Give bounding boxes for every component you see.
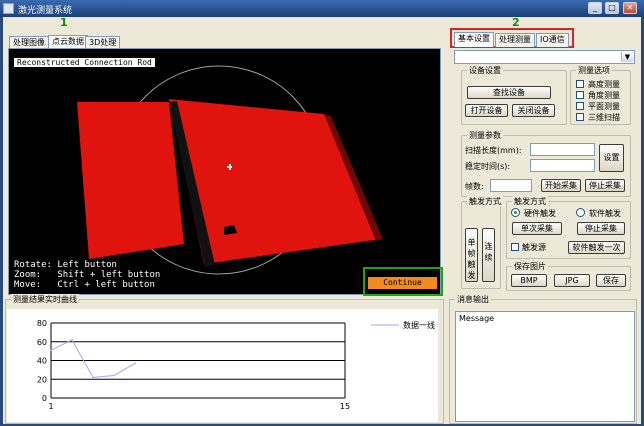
y-tick-label-0: 0 <box>42 394 47 403</box>
continuous-trigger-button[interactable]: 连续 <box>482 228 495 282</box>
plane-label: 平面测量 <box>588 102 620 111</box>
trigger-mode-title: 触发方式 <box>512 196 548 207</box>
params-group-title: 测量参数 <box>467 130 503 141</box>
marker-1: 1 <box>60 16 68 29</box>
trigger-left-title: 触发方式 <box>467 196 503 207</box>
chart-group-title: 测量结果实时曲线 <box>11 294 79 305</box>
hw-trigger-radio[interactable] <box>511 208 520 217</box>
close-device-button[interactable]: 关闭设备 <box>512 104 555 117</box>
save-button[interactable]: 保存 <box>596 274 626 287</box>
angle-checkbox[interactable] <box>576 91 584 99</box>
continuous-capture-button[interactable]: 停止采集 <box>577 222 625 235</box>
trigger-source-checkbox[interactable] <box>511 243 519 251</box>
help-rotate: Rotate: Left button <box>14 260 117 270</box>
log-textarea[interactable]: Message <box>455 311 635 422</box>
legend-label: 数据一线 <box>403 320 435 330</box>
single-capture-button[interactable]: 单次采集 <box>512 222 562 235</box>
chart-area: 0 20 40 60 80 1 15 数据一线 <box>7 309 438 422</box>
help-move: Move: Ctrl + left button <box>14 280 155 290</box>
data-point-3 <box>113 374 115 377</box>
bmp-button[interactable]: BMP <box>511 274 547 287</box>
hw-trigger-label: 硬件触发 <box>524 209 556 218</box>
help-zoom: Zoom: Shift + left button <box>14 270 161 280</box>
continue-button[interactable]: Continue <box>368 277 437 289</box>
viewer-title: Reconstructed Connection Rod <box>14 58 155 67</box>
chevron-down-icon[interactable]: ▼ <box>621 52 633 62</box>
point-cloud-render[interactable] <box>9 49 441 295</box>
tab-io-comm[interactable]: IO通信 <box>536 33 569 47</box>
line-chart: 0 20 40 60 80 1 15 数据一线 <box>37 319 435 411</box>
y-tick-label-60: 60 <box>37 338 47 347</box>
start-capture-button[interactable]: 开始采集 <box>541 179 581 192</box>
x-tick-label-first: 1 <box>48 402 53 411</box>
3d-viewer[interactable]: Reconstructed Connection Rod Rotate: Lef… <box>8 48 441 295</box>
tab-process-measure[interactable]: 处理测量 <box>495 33 535 47</box>
height-checkbox[interactable] <box>576 80 584 88</box>
window-title: 激光测量系统 <box>18 6 73 16</box>
sw-trigger-label: 软件触发 <box>589 209 621 218</box>
data-point-0 <box>50 349 52 351</box>
plane-checkbox[interactable] <box>576 102 584 110</box>
y-tick-label-80: 80 <box>37 319 47 328</box>
scan-length-input[interactable] <box>530 143 595 156</box>
stop-capture-button[interactable]: 停止采集 <box>585 179 625 192</box>
scan-length-label: 扫描长度(mm): <box>465 146 522 155</box>
close-button[interactable]: ✕ <box>623 2 637 14</box>
frames-label: 帧数: <box>465 182 484 191</box>
trigger-source-label: 触发源 <box>522 243 546 252</box>
height-label: 高度测量 <box>588 80 620 89</box>
data-point-4 <box>134 362 136 365</box>
sw-trigger-radio[interactable] <box>576 208 585 217</box>
maximize-button[interactable]: □ <box>605 2 619 14</box>
tab-basic-settings[interactable]: 基本设置 <box>454 32 494 47</box>
single-trigger-button[interactable]: 单帧触发 <box>465 228 478 282</box>
jpg-button[interactable]: JPG <box>554 274 590 287</box>
rod-left-face <box>77 102 184 259</box>
save-image-title: 保存图片 <box>512 261 548 272</box>
data-point-2 <box>92 376 94 379</box>
scan3d-checkbox[interactable] <box>576 113 584 121</box>
settle-time-label: 稳定时间(s): <box>465 162 511 171</box>
open-device-button[interactable]: 打开设备 <box>465 104 508 117</box>
y-tick-label-20: 20 <box>37 375 47 384</box>
y-tick-label-40: 40 <box>37 357 47 366</box>
device-select[interactable]: ▼ <box>454 50 635 64</box>
scan3d-label: 三维扫描 <box>588 113 620 122</box>
frames-input[interactable] <box>490 179 532 192</box>
x-tick-label-last: 15 <box>340 402 350 411</box>
title-bar: 激光测量系统 _ □ ✕ <box>0 0 644 17</box>
series-line-0 <box>50 339 136 378</box>
settle-time-input[interactable] <box>530 159 595 172</box>
find-device-button[interactable]: 查找设备 <box>467 86 551 99</box>
app-icon <box>3 3 14 14</box>
data-point-1 <box>71 339 73 341</box>
soft-trigger-once-button[interactable]: 软件触发一次 <box>568 241 625 254</box>
set-button[interactable]: 设置 <box>599 144 624 172</box>
log-group-title: 消息输出 <box>455 294 491 305</box>
device-group-title: 设备设置 <box>467 65 503 76</box>
center-cross-v <box>229 164 231 170</box>
angle-label: 角度测量 <box>588 91 620 100</box>
measure-options-title: 测量选项 <box>576 65 612 76</box>
minimize-button[interactable]: _ <box>588 2 602 14</box>
